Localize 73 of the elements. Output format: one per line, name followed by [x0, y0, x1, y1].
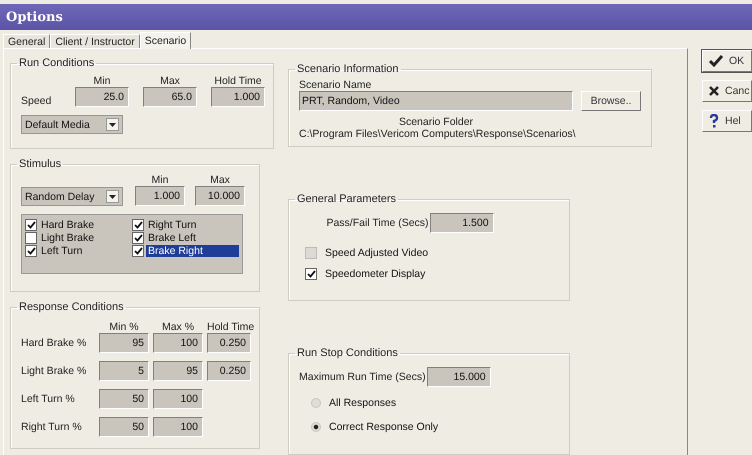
input-field[interactable]: 1.500 [430, 213, 494, 233]
list-item[interactable]: Left Turn [39, 244, 84, 256]
help-button[interactable]: Hel [702, 110, 752, 132]
input-field[interactable]: 100 [153, 333, 203, 353]
input-field[interactable]: 0.250 [207, 361, 251, 381]
window-title: Options [0, 4, 752, 30]
browse-button[interactable]: Browse.. [581, 91, 641, 111]
field-label: Scenario Folder [398, 116, 474, 128]
group-title: Stimulus [18, 158, 62, 170]
column-header: Max % [160, 321, 196, 333]
group-title: Run Conditions [18, 57, 96, 69]
checkbox-label: Speed Adjusted Video [325, 247, 428, 259]
input-field[interactable]: 50 [99, 417, 149, 437]
checkbox-label: Speedometer Display [325, 268, 426, 280]
dropdown[interactable]: Random Delay [21, 187, 123, 206]
radio-label: Correct Response Only [329, 421, 438, 433]
group-title: Scenario Information [296, 63, 400, 75]
input-field[interactable]: 100 [153, 389, 203, 409]
input-field[interactable]: 5 [99, 361, 149, 381]
row-label: Hard Brake % [21, 337, 88, 349]
tab[interactable]: General [3, 34, 50, 48]
input-field[interactable]: 1.000 [211, 87, 265, 107]
checkbox[interactable] [132, 244, 144, 256]
input-field[interactable]: 65.0 [143, 87, 197, 107]
tab[interactable]: Client / Instructor [50, 34, 140, 48]
check-icon [709, 55, 723, 67]
list-item[interactable]: Hard Brake [39, 218, 96, 230]
input-field[interactable]: 1.000 [135, 186, 185, 206]
checkbox[interactable] [25, 218, 37, 230]
list-item[interactable]: Light Brake [39, 232, 96, 244]
input-field[interactable]: 0.250 [207, 333, 251, 353]
close-icon [709, 86, 719, 96]
column-header: Hold Time [213, 75, 263, 87]
group-title: Response Conditions [18, 301, 125, 313]
checkbox[interactable] [25, 232, 37, 244]
input-field[interactable]: 95 [153, 361, 203, 381]
radio-button[interactable] [311, 398, 321, 408]
group-title: General Parameters [296, 193, 398, 205]
group-title: Run Stop Conditions [296, 347, 399, 359]
input-field[interactable]: PRT, Random, Video [299, 91, 573, 111]
input-field[interactable]: 100 [153, 417, 203, 437]
row-label: Left Turn % [21, 393, 76, 405]
field-label: Maximum Run Time (Secs) [299, 371, 426, 383]
column-header: Max [159, 75, 181, 87]
input-field[interactable]: 10.000 [195, 186, 245, 206]
checkbox[interactable] [132, 232, 144, 244]
list-item[interactable]: Brake Left [146, 232, 198, 244]
ok-button[interactable]: OK [702, 50, 752, 72]
folder-path: C:\Program Files\Vericom Computers\Response\Scenarios\ [299, 128, 577, 140]
radio-label: All Responses [329, 397, 396, 409]
input-field[interactable]: 25.0 [75, 87, 129, 107]
column-header: Min [92, 75, 112, 87]
column-header: Min [150, 174, 170, 186]
row-label: Light Brake % [21, 365, 88, 377]
checkbox[interactable] [25, 244, 37, 256]
tab[interactable]: Scenario [140, 32, 192, 49]
list-item[interactable]: Brake Right [146, 244, 239, 256]
radio-button[interactable] [311, 422, 321, 432]
input-field[interactable]: 15.000 [426, 367, 491, 387]
question-mark-icon [709, 114, 719, 128]
column-header: Min % [108, 321, 140, 333]
field-label: Speed [21, 95, 52, 107]
input-field[interactable]: 50 [99, 389, 149, 409]
field-label: Pass/Fail Time (Secs) [326, 217, 429, 229]
checkbox[interactable] [305, 268, 317, 280]
row-label: Right Turn % [21, 421, 83, 433]
dropdown[interactable]: Default Media [21, 115, 123, 134]
input-field[interactable]: 95 [99, 333, 149, 353]
field-label: Scenario Name [299, 79, 372, 91]
cancel-button[interactable]: Canc [702, 80, 752, 102]
column-header: Max [209, 174, 231, 186]
list-item[interactable]: Right Turn [146, 218, 198, 230]
checkbox[interactable] [132, 218, 144, 230]
